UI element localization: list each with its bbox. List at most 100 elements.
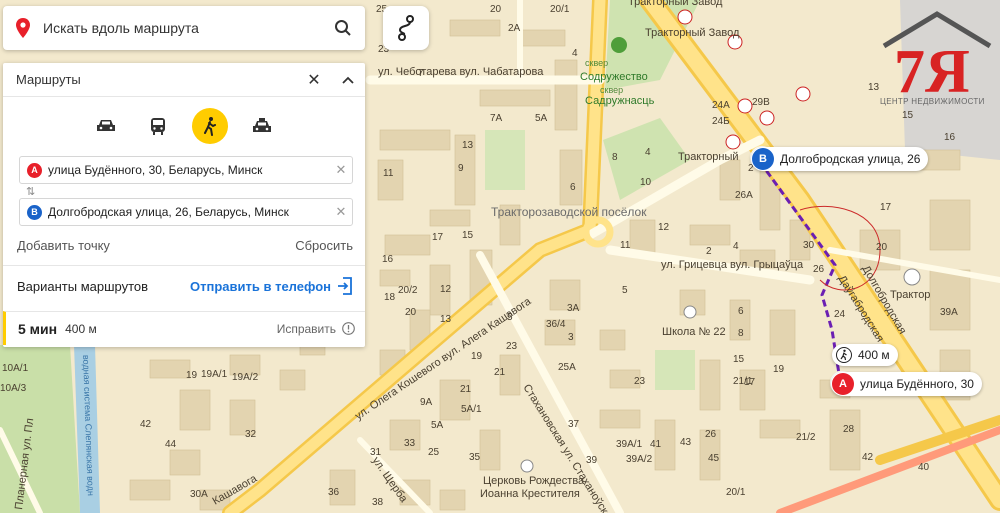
send-to-phone-text: Отправить в телефон <box>190 278 331 294</box>
svg-text:35: 35 <box>469 452 481 463</box>
waypoint-a-input[interactable]: улица Будённого, 30, Беларусь, Минск <box>48 163 330 177</box>
poi-square-by: сквер <box>600 85 623 95</box>
svg-text:11: 11 <box>620 240 631 251</box>
svg-text:32: 32 <box>245 429 257 440</box>
svg-text:6: 6 <box>570 182 576 193</box>
fix-route-button[interactable]: Исправить <box>277 322 355 336</box>
realty-logo: 7Я <box>882 11 992 106</box>
waypoint-b[interactable]: B Долгобродская улица, 26, Беларусь, Мин… <box>19 198 353 226</box>
swap-points-icon[interactable]: ⇅ <box>26 185 35 198</box>
svg-text:15: 15 <box>462 230 474 241</box>
street-chebotareva: ул. Чеботарева вул. Чабатарова <box>378 66 544 78</box>
car-mode-button[interactable] <box>88 108 124 144</box>
svg-text:23: 23 <box>506 341 518 352</box>
svg-text:13: 13 <box>440 314 452 325</box>
svg-text:42: 42 <box>140 419 152 430</box>
svg-text:8: 8 <box>738 328 744 339</box>
send-to-phone-link[interactable]: Отправить в телефон <box>190 277 353 295</box>
poi-square: сквер <box>585 58 608 68</box>
school-field <box>655 350 695 390</box>
svg-text:39А: 39А <box>940 307 958 318</box>
bus-mode-button[interactable] <box>140 108 176 144</box>
reset-link[interactable]: Сбросить <box>295 238 353 253</box>
svg-text:20: 20 <box>876 242 888 253</box>
add-point-link[interactable]: Добавить точку <box>17 238 110 253</box>
marker-a-text: улица Будённого, 30 <box>860 377 974 391</box>
svg-text:31: 31 <box>370 447 382 458</box>
marker-b-label[interactable]: B Долгобродская улица, 26 <box>751 147 929 171</box>
distance-chip[interactable]: 400 м <box>832 344 898 366</box>
search-input[interactable]: Искать вдоль маршрута <box>43 20 321 36</box>
chevron-up-icon <box>342 76 354 84</box>
svg-text:20: 20 <box>490 4 502 15</box>
close-button[interactable]: ✕ <box>297 63 331 97</box>
marker-a-label[interactable]: A улица Будённого, 30 <box>831 372 982 396</box>
search-button[interactable] <box>321 6 365 50</box>
svg-text:21/1: 21/1 <box>733 376 753 387</box>
svg-text:39А/2: 39А/2 <box>626 454 653 465</box>
svg-text:18: 18 <box>384 292 396 303</box>
waypoint-a[interactable]: A улица Будённого, 30, Беларусь, Минск ✕ <box>19 156 353 184</box>
route-result[interactable]: 5 мин 400 м Исправить <box>3 311 365 345</box>
svg-text:36/4: 36/4 <box>546 319 566 330</box>
sports-field <box>485 130 525 190</box>
waypoint-b-badge: B <box>27 204 42 220</box>
route-toggle-button[interactable] <box>383 6 429 50</box>
svg-text:4: 4 <box>572 48 578 59</box>
svg-text:9А: 9А <box>420 397 433 408</box>
svg-text:42: 42 <box>862 452 874 463</box>
svg-text:15: 15 <box>902 110 914 121</box>
svg-text:36: 36 <box>328 487 340 498</box>
svg-text:29В: 29В <box>752 97 770 108</box>
taxi-icon <box>253 118 271 132</box>
svg-text:4: 4 <box>733 241 739 252</box>
svg-text:38: 38 <box>372 497 384 508</box>
svg-text:7: 7 <box>418 68 424 79</box>
info-icon <box>342 322 355 335</box>
svg-text:19: 19 <box>186 370 198 381</box>
svg-text:5: 5 <box>507 312 513 323</box>
svg-text:4: 4 <box>645 147 651 158</box>
walk-mode-button[interactable] <box>192 108 228 144</box>
svg-text:33: 33 <box>404 438 416 449</box>
poi-sodruzhestvo: Содружество <box>580 71 648 83</box>
poi-church-line1: Церковь Рождества <box>483 475 585 487</box>
route-icon <box>398 15 414 41</box>
variants-row: Варианты маршрутов Отправить в телефон <box>17 277 353 295</box>
svg-text:5А: 5А <box>535 113 548 124</box>
svg-text:13: 13 <box>462 140 474 151</box>
poi-church-line2: Иоанна Крестителя <box>480 488 580 500</box>
svg-text:25А: 25А <box>558 362 576 373</box>
waypoint-b-input[interactable]: Долгобродская улица, 26, Беларусь, Минск <box>48 205 330 219</box>
svg-text:43: 43 <box>680 437 692 448</box>
distance-chip-text: 400 м <box>858 348 890 362</box>
svg-text:8: 8 <box>612 152 618 163</box>
svg-text:12: 12 <box>440 284 452 295</box>
svg-text:26: 26 <box>813 264 825 275</box>
svg-text:10: 10 <box>640 177 652 188</box>
svg-text:39: 39 <box>586 455 598 466</box>
taxi-mode-button[interactable] <box>244 108 280 144</box>
svg-text:5: 5 <box>622 285 628 296</box>
svg-text:24Б: 24Б <box>712 116 730 127</box>
walk-icon <box>836 347 852 363</box>
svg-text:30: 30 <box>803 240 815 251</box>
svg-text:9: 9 <box>458 163 464 174</box>
waypoint-actions: Добавить точку Сбросить <box>17 238 353 253</box>
route-distance: 400 м <box>65 321 97 336</box>
svg-text:21/2: 21/2 <box>796 432 816 443</box>
close-icon: ✕ <box>307 71 321 89</box>
svg-text:7Я: 7Я <box>894 38 970 106</box>
svg-text:30А: 30А <box>190 489 208 500</box>
collapse-button[interactable] <box>331 63 365 97</box>
search-icon <box>335 20 351 36</box>
svg-text:37: 37 <box>568 419 580 430</box>
svg-text:24: 24 <box>834 309 846 320</box>
clear-waypoint-b-button[interactable]: ✕ <box>330 204 352 220</box>
svg-text:11: 11 <box>383 168 394 179</box>
divider <box>3 265 365 266</box>
svg-text:20/2: 20/2 <box>398 285 418 296</box>
clear-waypoint-a-button[interactable]: ✕ <box>330 162 352 178</box>
logo-caption: ЦЕНТР НЕДВИЖИМОСТИ <box>880 97 985 106</box>
street-gritsevca: ул. Грицевца вул. Грыцаўца <box>661 259 804 271</box>
